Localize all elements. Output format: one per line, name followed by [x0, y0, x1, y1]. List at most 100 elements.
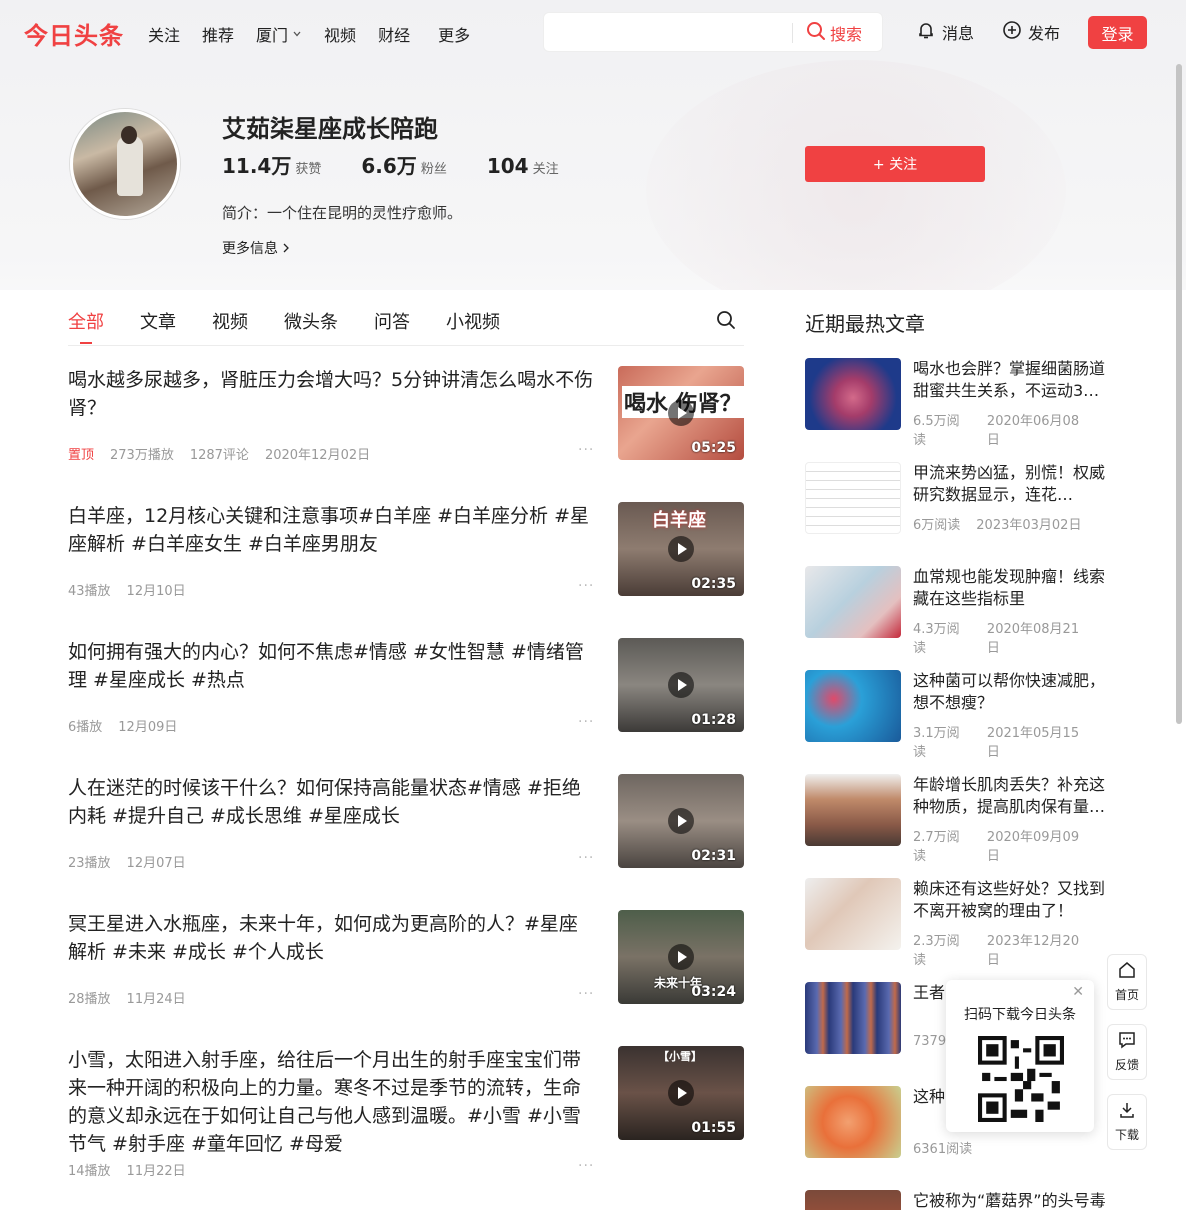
- chevron-right-icon: [282, 241, 290, 257]
- hot-article-item[interactable]: 赖床还有这些好处？又找到不离开被窝的理由了！ 2.3万阅读 2023年12月20日: [805, 878, 1107, 968]
- search-input[interactable]: [544, 13, 792, 51]
- video-thumbnail[interactable]: 未来十年 03:24: [618, 910, 744, 1004]
- download-button[interactable]: 下载: [1107, 1094, 1147, 1150]
- tab-videos[interactable]: 视频: [212, 308, 248, 334]
- feed-item-title[interactable]: 冥王星进入水瓶座，未来十年，如何成为更高阶的人？#星座解析 #未来 #成长 #个…: [68, 910, 594, 966]
- article-thumbnail[interactable]: [805, 982, 901, 1054]
- tab-all[interactable]: 全部: [68, 308, 104, 344]
- article-thumbnail[interactable]: [805, 774, 901, 846]
- messages-label: 消息: [942, 24, 975, 43]
- feed-item-title[interactable]: 人在迷茫的时候该干什么？如何保持高能量状态#情感 #拒绝内耗 #提升自己 #成长…: [68, 774, 594, 830]
- search-button-label: 搜索: [830, 25, 863, 44]
- feed-item[interactable]: 小雪，太阳进入射手座，给往后一个月出生的射手座宝宝们带来一种开阔的积极向上的力量…: [68, 1046, 744, 1186]
- nav-link-finance[interactable]: 财经: [378, 22, 410, 46]
- qr-code: [978, 1036, 1064, 1122]
- feed-item[interactable]: 喝水越多尿越多，肾脏压力会增大吗？5分钟讲清怎么喝水不伤肾？ 置顶 273万播放…: [68, 366, 744, 502]
- feed-item[interactable]: 白羊座，12月核心关键和注意事项#白羊座 #白羊座分析 #星座解析 #白羊座女生…: [68, 502, 744, 638]
- feed-item-title[interactable]: 喝水越多尿越多，肾脏压力会增大吗？5分钟讲清怎么喝水不伤肾？: [68, 366, 594, 422]
- article-thumbnail[interactable]: [805, 462, 901, 534]
- home-button[interactable]: 首页: [1107, 954, 1147, 1010]
- tab-short-videos[interactable]: 小视频: [446, 308, 500, 334]
- article-thumbnail[interactable]: [805, 670, 901, 742]
- article-title[interactable]: 赖床还有这些好处？又找到不离开被窝的理由了！: [913, 878, 1107, 922]
- tab-micro-posts[interactable]: 微头条: [284, 308, 338, 334]
- tab-qa[interactable]: 问答: [374, 308, 410, 334]
- close-icon[interactable]: ✕: [1072, 984, 1084, 1000]
- avatar: [70, 109, 180, 219]
- more-options-icon[interactable]: ···: [578, 714, 594, 730]
- bell-icon: [916, 20, 942, 44]
- article-thumbnail[interactable]: [805, 566, 901, 638]
- feed-item-plays: 23播放: [68, 856, 111, 871]
- article-meta: 2.3万阅读 2023年12月20日: [913, 930, 1105, 968]
- article-reads: 2.7万阅读: [913, 830, 960, 864]
- search-button[interactable]: 搜索: [806, 21, 862, 45]
- article-date: 2020年06月08日: [986, 414, 1080, 448]
- qr-download-popup: ✕ 扫码下载今日头条: [946, 980, 1094, 1132]
- article-thumbnail[interactable]: [805, 358, 901, 430]
- article-thumbnail[interactable]: [805, 1086, 901, 1158]
- feed-item-title[interactable]: 如何拥有强大的内心？如何不焦虑#情感 #女性智慧 #情绪管理 #星座成长 #热点: [68, 638, 594, 694]
- video-duration: 01:28: [691, 712, 736, 728]
- feed-item[interactable]: 冥王星进入水瓶座，未来十年，如何成为更高阶的人？#星座解析 #未来 #成长 #个…: [68, 910, 744, 1046]
- hot-article-item[interactable]: 甲流来势凶猛，别慌！权威研究数据显示，连花… 6万阅读 2023年03月02日: [805, 462, 1105, 534]
- article-reads: 3.1万阅读: [913, 726, 960, 760]
- publish-button[interactable]: 发布: [1002, 20, 1060, 44]
- chevron-down-icon: [292, 29, 302, 39]
- feed-item[interactable]: 人在迷茫的时候该干什么？如何保持高能量状态#情感 #拒绝内耗 #提升自己 #成长…: [68, 774, 744, 910]
- tab-search-icon[interactable]: [716, 310, 736, 334]
- top-navigation: 今日头条 关注 推荐 厦门 视频 财经 更多 搜索 消息 发布 登录: [0, 0, 1172, 64]
- more-options-icon[interactable]: ···: [578, 1158, 594, 1174]
- stat-fans[interactable]: 6.6万 粉丝: [361, 150, 446, 179]
- feedback-button[interactable]: 反馈: [1107, 1024, 1147, 1080]
- video-thumbnail[interactable]: 【小雪】 01:55: [618, 1046, 744, 1140]
- tab-articles[interactable]: 文章: [140, 308, 176, 334]
- likes-label: 获赞: [295, 162, 322, 177]
- article-thumbnail[interactable]: [805, 878, 901, 950]
- nav-link-video[interactable]: 视频: [324, 22, 356, 46]
- feed-item[interactable]: 如何拥有强大的内心？如何不焦虑#情感 #女性智慧 #情绪管理 #星座成长 #热点…: [68, 638, 744, 774]
- video-thumbnail[interactable]: 02:31: [618, 774, 744, 868]
- scrollbar[interactable]: [1174, 0, 1184, 1210]
- follow-button[interactable]: + 关注: [805, 146, 985, 182]
- hot-article-item[interactable]: 年龄增长肌肉丢失？补充这种物质，提高肌肉保有量… 2.7万阅读 2020年09月0…: [805, 774, 1107, 864]
- article-title[interactable]: 喝水也会胖？掌握细菌肠道甜蜜共生关系，不运动3…: [913, 358, 1107, 402]
- hot-article-item[interactable]: 它被称为“蘑菇界”的头号毒: [805, 1190, 1105, 1210]
- article-title[interactable]: 这种菌可以帮你快速减肥，想不想瘦？: [913, 670, 1107, 714]
- hot-article-item[interactable]: 喝水也会胖？掌握细菌肠道甜蜜共生关系，不运动3… 6.5万阅读 2020年06月0…: [805, 358, 1107, 448]
- stat-following[interactable]: 104 关注: [487, 154, 559, 178]
- article-reads: 4.3万阅读: [913, 622, 960, 656]
- nav-links: 关注 推荐 厦门 视频 财经 更多: [148, 22, 492, 46]
- logo[interactable]: 今日头条: [24, 16, 124, 51]
- nav-link-follow[interactable]: 关注: [148, 22, 180, 46]
- more-options-icon[interactable]: ···: [578, 850, 594, 866]
- nav-link-recommend[interactable]: 推荐: [202, 22, 234, 46]
- more-options-icon[interactable]: ···: [578, 986, 594, 1002]
- article-thumbnail[interactable]: [805, 1190, 901, 1210]
- video-thumbnail[interactable]: 01:28: [618, 638, 744, 732]
- hot-article-item[interactable]: 这种菌可以帮你快速减肥，想不想瘦？ 3.1万阅读 2021年05月15日: [805, 670, 1107, 760]
- more-info-link[interactable]: 更多信息: [222, 238, 290, 258]
- more-options-icon[interactable]: ···: [578, 442, 594, 458]
- video-thumbnail[interactable]: 白羊座 02:35: [618, 502, 744, 596]
- article-date: 2020年08月21日: [986, 622, 1080, 656]
- nav-link-more[interactable]: 更多: [438, 22, 470, 46]
- feed-item-date: 12月10日: [126, 584, 186, 599]
- login-button[interactable]: 登录: [1088, 16, 1147, 49]
- article-title[interactable]: 血常规也能发现肿瘤！线索藏在这些指标里: [913, 566, 1107, 610]
- download-icon: [1118, 1101, 1136, 1126]
- more-info-label: 更多信息: [222, 241, 278, 257]
- article-title[interactable]: 它被称为“蘑菇界”的头号毒: [913, 1190, 1105, 1210]
- article-date: 2023年12月20日: [986, 934, 1080, 968]
- more-options-icon[interactable]: ···: [578, 578, 594, 594]
- following-count: 104: [486, 154, 529, 178]
- feed-item-title[interactable]: 白羊座，12月核心关键和注意事项#白羊座 #白羊座分析 #星座解析 #白羊座女生…: [68, 502, 594, 558]
- article-title[interactable]: 年龄增长肌肉丢失？补充这种物质，提高肌肉保有量…: [913, 774, 1107, 818]
- article-title[interactable]: 甲流来势凶猛，别慌！权威研究数据显示，连花…: [913, 462, 1107, 506]
- feed-item-title[interactable]: 小雪，太阳进入射手座，给往后一个月出生的射手座宝宝们带来一种开阔的积极向上的力量…: [68, 1046, 594, 1158]
- video-thumbnail[interactable]: 喝水 伤肾？ 05:25: [618, 366, 744, 460]
- scrollbar-thumb[interactable]: [1176, 64, 1182, 724]
- messages-button[interactable]: 消息: [916, 20, 974, 44]
- nav-link-city[interactable]: 厦门: [256, 22, 302, 46]
- hot-article-item[interactable]: 血常规也能发现肿瘤！线索藏在这些指标里 4.3万阅读 2020年08月21日: [805, 566, 1107, 656]
